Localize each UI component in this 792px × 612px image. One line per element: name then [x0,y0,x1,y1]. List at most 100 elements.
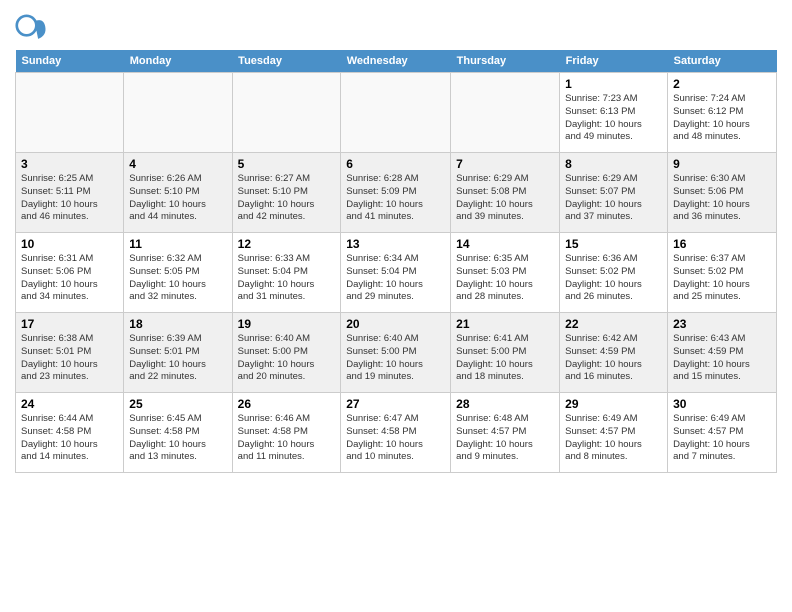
calendar-cell: 24 Sunrise: 6:44 AM Sunset: 4:58 PM Dayli… [16,393,124,473]
day-info: Sunrise: 6:49 AM Sunset: 4:57 PM Dayligh… [673,413,771,464]
day-info: Sunrise: 6:40 AM Sunset: 5:00 PM Dayligh… [238,333,336,384]
day-info: Sunrise: 6:25 AM Sunset: 5:11 PM Dayligh… [21,173,118,224]
calendar-cell: 19 Sunrise: 6:40 AM Sunset: 5:00 PM Dayli… [232,313,341,393]
calendar-cell: 28 Sunrise: 6:48 AM Sunset: 4:57 PM Dayli… [451,393,560,473]
day-number: 1 [565,77,662,91]
calendar-cell: 5 Sunrise: 6:27 AM Sunset: 5:10 PM Daylig… [232,153,341,233]
calendar-cell: 18Sunrise: 6:39 AM Sunset: 5:01 PM Dayli… [124,313,232,393]
day-number: 27 [346,397,445,411]
calendar-header-monday: Monday [124,50,232,73]
calendar-header-wednesday: Wednesday [341,50,451,73]
calendar-week-4: 17 Sunrise: 6:38 AM Sunset: 5:01 PM Dayli… [16,313,777,393]
calendar-cell: 22 Sunrise: 6:42 AM Sunset: 4:59 PM Dayli… [560,313,668,393]
calendar-cell: 27 Sunrise: 6:47 AM Sunset: 4:58 PM Dayli… [341,393,451,473]
day-info: Sunrise: 6:45 AM Sunset: 4:58 PM Dayligh… [129,413,226,464]
day-info: Sunrise: 6:29 AM Sunset: 5:07 PM Dayligh… [565,173,662,224]
calendar-week-3: 10 Sunrise: 6:31 AM Sunset: 5:06 PM Dayli… [16,233,777,313]
day-info: Sunrise: 6:28 AM Sunset: 5:09 PM Dayligh… [346,173,445,224]
calendar-cell [451,73,560,153]
calendar-cell: 30 Sunrise: 6:49 AM Sunset: 4:57 PM Dayli… [668,393,777,473]
calendar-header-thursday: Thursday [451,50,560,73]
day-info: Sunrise: 6:44 AM Sunset: 4:58 PM Dayligh… [21,413,118,464]
calendar-cell: 29 Sunrise: 6:49 AM Sunset: 4:57 PM Dayli… [560,393,668,473]
calendar-cell: 25 Sunrise: 6:45 AM Sunset: 4:58 PM Dayli… [124,393,232,473]
day-info: Sunrise: 6:40 AM Sunset: 5:00 PM Dayligh… [346,333,445,384]
calendar-cell [232,73,341,153]
day-number: 17 [21,317,118,331]
day-info: Sunrise: 6:47 AM Sunset: 4:58 PM Dayligh… [346,413,445,464]
day-info: Sunrise: 6:35 AM Sunset: 5:03 PM Dayligh… [456,253,554,304]
calendar-table: SundayMondayTuesdayWednesdayThursdayFrid… [15,50,777,473]
day-info: Sunrise: 7:23 AM Sunset: 6:13 PM Dayligh… [565,93,662,144]
calendar-cell: 26 Sunrise: 6:46 AM Sunset: 4:58 PM Dayli… [232,393,341,473]
calendar-cell: 1 Sunrise: 7:23 AM Sunset: 6:13 PM Daylig… [560,73,668,153]
day-number: 15 [565,237,662,251]
calendar-cell: 23 Sunrise: 6:43 AM Sunset: 4:59 PM Dayli… [668,313,777,393]
day-number: 4 [129,157,226,171]
day-number: 3 [21,157,118,171]
calendar-cell [124,73,232,153]
day-number: 6 [346,157,445,171]
calendar-cell: 12 Sunrise: 6:33 AM Sunset: 5:04 PM Dayli… [232,233,341,313]
day-number: 14 [456,237,554,251]
day-number: 21 [456,317,554,331]
calendar-cell: 15 Sunrise: 6:36 AM Sunset: 5:02 PM Dayli… [560,233,668,313]
calendar-cell: 13Sunrise: 6:34 AM Sunset: 5:04 PM Dayli… [341,233,451,313]
day-number: 7 [456,157,554,171]
calendar-cell [16,73,124,153]
day-number: 18 [129,317,226,331]
calendar-cell: 16 Sunrise: 6:37 AM Sunset: 5:02 PM Dayli… [668,233,777,313]
calendar-cell: 7Sunrise: 6:29 AM Sunset: 5:08 PM Daylig… [451,153,560,233]
day-number: 19 [238,317,336,331]
calendar-cell: 14 Sunrise: 6:35 AM Sunset: 5:03 PM Dayli… [451,233,560,313]
day-info: Sunrise: 6:41 AM Sunset: 5:00 PM Dayligh… [456,333,554,384]
calendar-header-sunday: Sunday [16,50,124,73]
calendar-cell: 4 Sunrise: 6:26 AM Sunset: 5:10 PM Daylig… [124,153,232,233]
day-info: Sunrise: 6:42 AM Sunset: 4:59 PM Dayligh… [565,333,662,384]
calendar-cell: 20 Sunrise: 6:40 AM Sunset: 5:00 PM Dayli… [341,313,451,393]
day-info: Sunrise: 6:49 AM Sunset: 4:57 PM Dayligh… [565,413,662,464]
day-number: 10 [21,237,118,251]
calendar-week-5: 24 Sunrise: 6:44 AM Sunset: 4:58 PM Dayli… [16,393,777,473]
day-number: 25 [129,397,226,411]
day-number: 5 [238,157,336,171]
day-info: Sunrise: 6:31 AM Sunset: 5:06 PM Dayligh… [21,253,118,304]
day-info: Sunrise: 6:27 AM Sunset: 5:10 PM Dayligh… [238,173,336,224]
day-info: Sunrise: 6:36 AM Sunset: 5:02 PM Dayligh… [565,253,662,304]
day-number: 8 [565,157,662,171]
calendar-header-friday: Friday [560,50,668,73]
day-number: 12 [238,237,336,251]
calendar-cell: 10 Sunrise: 6:31 AM Sunset: 5:06 PM Dayli… [16,233,124,313]
day-info: Sunrise: 6:32 AM Sunset: 5:05 PM Dayligh… [129,253,226,304]
calendar-cell: 9 Sunrise: 6:30 AM Sunset: 5:06 PM Daylig… [668,153,777,233]
day-number: 11 [129,237,226,251]
day-number: 24 [21,397,118,411]
day-number: 30 [673,397,771,411]
day-info: Sunrise: 6:38 AM Sunset: 5:01 PM Dayligh… [21,333,118,384]
day-info: Sunrise: 6:48 AM Sunset: 4:57 PM Dayligh… [456,413,554,464]
day-info: Sunrise: 6:26 AM Sunset: 5:10 PM Dayligh… [129,173,226,224]
calendar-cell: 3 Sunrise: 6:25 AM Sunset: 5:11 PM Daylig… [16,153,124,233]
day-number: 23 [673,317,771,331]
calendar-cell: 17 Sunrise: 6:38 AM Sunset: 5:01 PM Dayli… [16,313,124,393]
calendar-cell: 21 Sunrise: 6:41 AM Sunset: 5:00 PM Dayli… [451,313,560,393]
day-number: 28 [456,397,554,411]
day-info: Sunrise: 6:33 AM Sunset: 5:04 PM Dayligh… [238,253,336,304]
day-info: Sunrise: 7:24 AM Sunset: 6:12 PM Dayligh… [673,93,771,144]
calendar-cell: 11 Sunrise: 6:32 AM Sunset: 5:05 PM Dayli… [124,233,232,313]
day-number: 22 [565,317,662,331]
calendar-cell: 6 Sunrise: 6:28 AM Sunset: 5:09 PM Daylig… [341,153,451,233]
day-info: Sunrise: 6:46 AM Sunset: 4:58 PM Dayligh… [238,413,336,464]
logo [15,14,49,46]
day-number: 9 [673,157,771,171]
calendar-cell [341,73,451,153]
day-info: Sunrise: 6:37 AM Sunset: 5:02 PM Dayligh… [673,253,771,304]
day-info: Sunrise: 6:30 AM Sunset: 5:06 PM Dayligh… [673,173,771,224]
day-info: Sunrise: 6:43 AM Sunset: 4:59 PM Dayligh… [673,333,771,384]
day-number: 29 [565,397,662,411]
day-number: 20 [346,317,445,331]
day-number: 26 [238,397,336,411]
day-info: Sunrise: 6:34 AM Sunset: 5:04 PM Dayligh… [346,253,445,304]
day-number: 2 [673,77,771,91]
day-number: 16 [673,237,771,251]
